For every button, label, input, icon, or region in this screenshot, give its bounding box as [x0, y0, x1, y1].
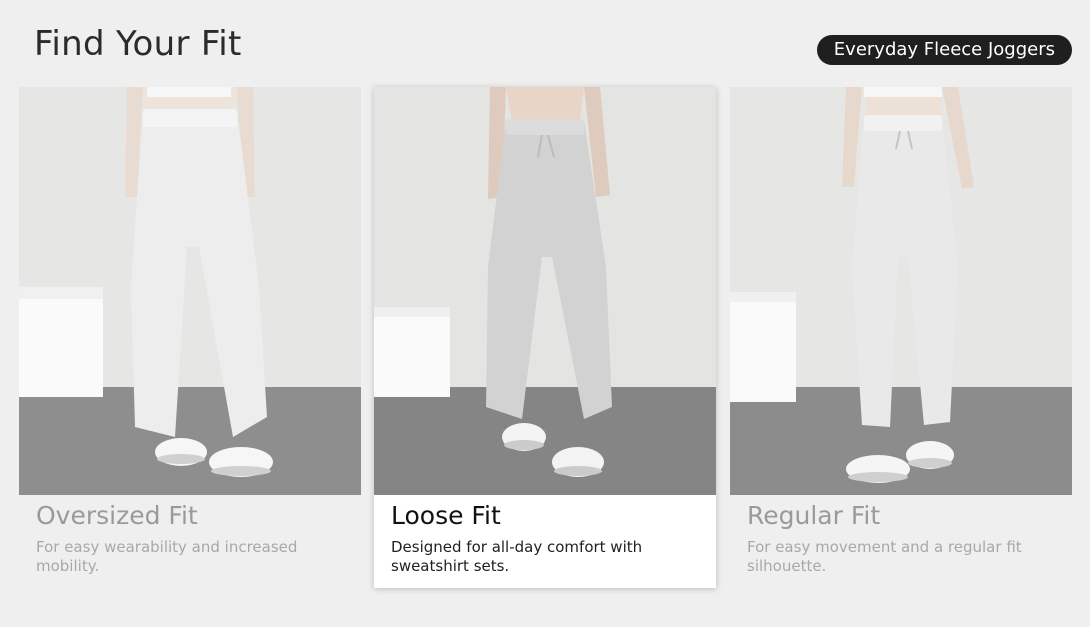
fit-description: Designed for all-day comfort with sweats…	[391, 538, 643, 575]
page-title: Find Your Fit	[34, 24, 242, 64]
fit-title: Oversized Fit	[36, 501, 198, 530]
oversized-fit-photo	[19, 87, 361, 495]
product-name-badge: Everyday Fleece Joggers	[816, 35, 1072, 65]
fit-title: Regular Fit	[747, 501, 881, 530]
fit-card-oversized[interactable]: Oversized Fit For easy wearability and i…	[19, 87, 361, 576]
fit-title: Loose Fit	[391, 501, 501, 530]
regular-fit-photo	[730, 87, 1072, 495]
loose-fit-photo	[374, 87, 716, 495]
fit-description: For easy movement and a regular fit silh…	[747, 538, 1022, 575]
fit-card-regular[interactable]: Regular Fit For easy movement and a regu…	[730, 87, 1072, 576]
fit-card-loose[interactable]: Loose Fit Designed for all-day comfort w…	[374, 87, 716, 588]
fit-description: For easy wearability and increased mobil…	[36, 538, 298, 575]
